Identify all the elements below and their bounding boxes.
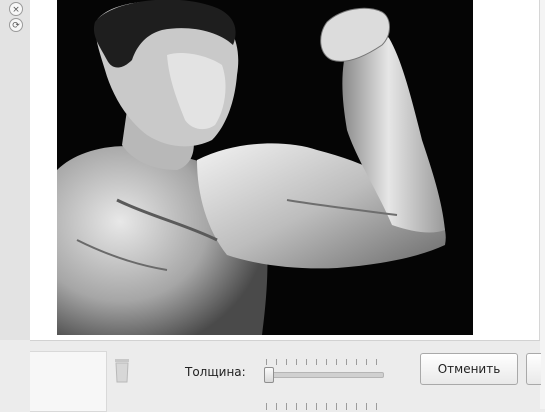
bottom-controls-bar: Толщина: Отменить bbox=[30, 340, 541, 412]
slider-track[interactable] bbox=[264, 372, 384, 378]
canvas-panel bbox=[30, 0, 540, 340]
photo-illustration bbox=[57, 0, 473, 335]
reload-icon[interactable]: ⟳ bbox=[9, 18, 23, 32]
thickness-label: Толщина: bbox=[185, 365, 246, 379]
photo-image bbox=[57, 0, 473, 335]
left-toolbar: × ⟳ bbox=[0, 0, 31, 340]
slider-thumb[interactable] bbox=[264, 367, 274, 383]
thickness-slider[interactable] bbox=[262, 359, 386, 383]
slider-ticks bbox=[266, 359, 382, 365]
next-button[interactable] bbox=[526, 353, 541, 385]
close-icon[interactable]: × bbox=[9, 2, 23, 16]
trash-icon[interactable] bbox=[112, 357, 132, 383]
brush-preview-box bbox=[30, 351, 107, 412]
cancel-button[interactable]: Отменить bbox=[420, 353, 518, 385]
